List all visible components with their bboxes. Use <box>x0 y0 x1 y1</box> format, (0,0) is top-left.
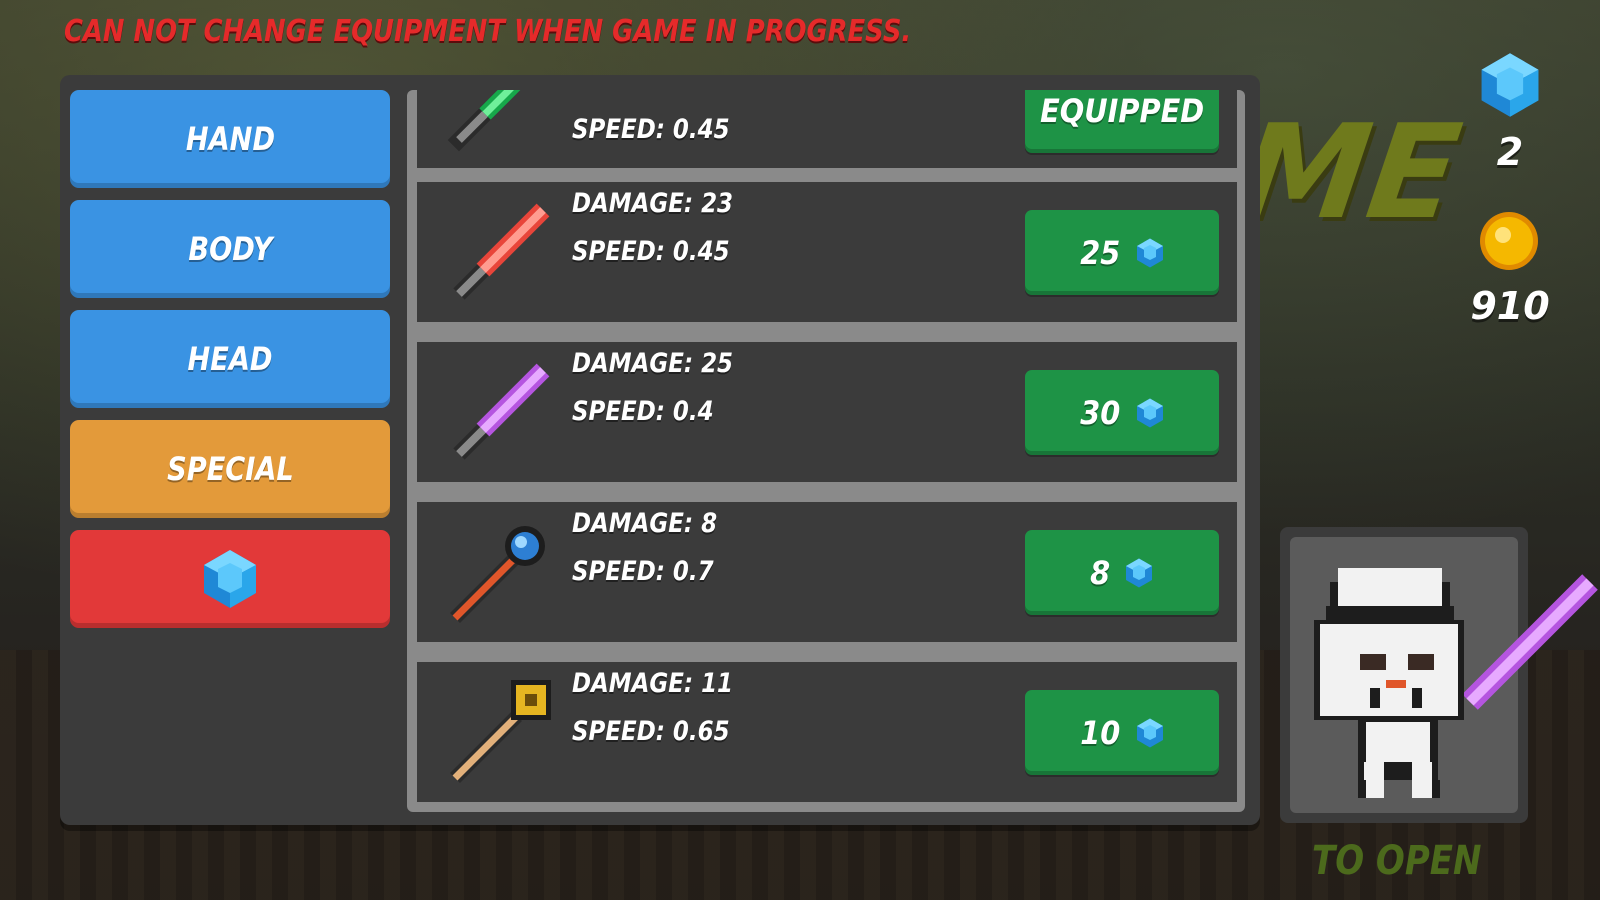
tab-head-label: HEAD <box>187 340 273 378</box>
buy-button[interactable]: 25 <box>1025 210 1219 295</box>
item-speed: SPEED: 0.4 <box>572 396 714 427</box>
green-lightsaber-icon <box>447 90 521 152</box>
coin-count: 910 <box>1470 284 1550 328</box>
item-speed: SPEED: 0.7 <box>572 556 714 587</box>
tab-hand[interactable]: HAND <box>70 90 390 188</box>
gem-icon <box>1137 398 1164 427</box>
list-item: DAMAGE: 23 SPEED: 0.45 25 <box>417 182 1237 322</box>
list-item: DAMAGE: 11 SPEED: 0.65 10 <box>417 662 1237 802</box>
item-damage: DAMAGE: 25 <box>572 348 734 379</box>
coin-icon <box>1480 212 1538 270</box>
price-label: 25 <box>1079 233 1121 272</box>
stormtrooper-character-icon <box>1314 568 1598 798</box>
to-open-hint: TO OPEN <box>1312 838 1482 884</box>
blue-orb-staff-icon <box>450 526 545 623</box>
item-list[interactable]: SPEED: 0.45 EQUIPPED DAMAGE: 23 SPEED: 0… <box>407 90 1245 812</box>
gem-icon <box>1137 238 1164 267</box>
item-damage: DAMAGE: 8 <box>572 508 718 539</box>
gold-hammer-staff-icon <box>450 680 551 783</box>
gem-count: 2 <box>1496 130 1524 174</box>
purple-lightsaber-icon <box>453 363 550 460</box>
item-speed: SPEED: 0.65 <box>572 716 730 747</box>
tab-special[interactable]: SPECIAL <box>70 420 390 518</box>
gem-icon <box>204 550 256 608</box>
item-damage: DAMAGE: 23 <box>572 188 734 219</box>
list-item: DAMAGE: 8 SPEED: 0.7 8 <box>417 502 1237 642</box>
tab-body[interactable]: BODY <box>70 200 390 298</box>
list-item: SPEED: 0.45 EQUIPPED <box>417 90 1237 168</box>
tab-body-label: BODY <box>187 230 273 268</box>
gem-icon <box>1137 718 1164 747</box>
buy-button[interactable]: 30 <box>1025 370 1219 455</box>
price-label: 8 <box>1089 553 1111 592</box>
buy-button[interactable]: 8 <box>1025 530 1219 615</box>
tab-head[interactable]: HEAD <box>70 310 390 408</box>
price-label: 30 <box>1079 393 1121 432</box>
tab-special-label: SPECIAL <box>166 450 294 488</box>
red-lightsaber-icon <box>453 203 550 300</box>
gem-icon <box>1126 558 1153 587</box>
equipped-button[interactable]: EQUIPPED <box>1025 90 1219 153</box>
gem-icon <box>1481 53 1539 117</box>
price-label: 10 <box>1079 713 1121 752</box>
warning-message: CAN NOT CHANGE EQUIPMENT WHEN GAME IN PR… <box>64 14 912 49</box>
item-speed: SPEED: 0.45 <box>572 114 730 145</box>
buy-button[interactable]: 10 <box>1025 690 1219 775</box>
equipped-label: EQUIPPED <box>1039 91 1205 130</box>
item-speed: SPEED: 0.45 <box>572 236 730 267</box>
tab-gem-shop[interactable] <box>70 530 390 628</box>
item-damage: DAMAGE: 11 <box>572 668 734 699</box>
tab-hand-label: HAND <box>185 120 275 158</box>
background-title-text: ME <box>1229 96 1469 248</box>
list-item: DAMAGE: 25 SPEED: 0.4 30 <box>417 342 1237 482</box>
